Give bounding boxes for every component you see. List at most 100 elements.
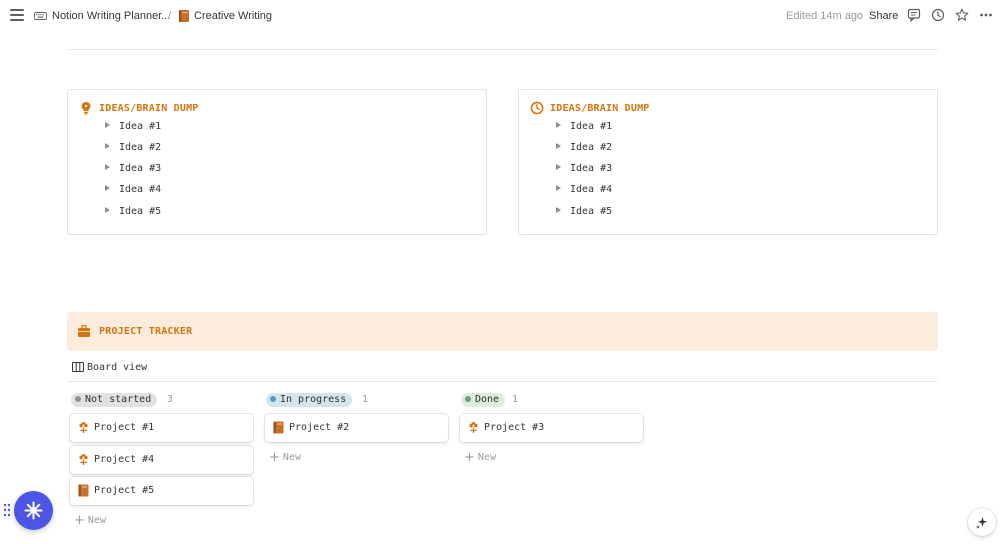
toggle-label: Idea #4 [119,184,162,195]
toggle-item[interactable]: Idea #5 [556,206,612,222]
add-card-button[interactable]: + New [74,513,106,528]
comment-icon[interactable] [907,8,921,22]
book-icon [273,421,284,434]
status-dot [75,396,81,402]
status-dot [270,396,276,402]
add-card-label: New [477,452,496,463]
flower-icon [469,422,478,433]
toggle-triangle-icon[interactable] [556,122,561,128]
project-card[interactable]: Project #3 [460,414,643,442]
toggle-item[interactable]: Idea #3 [556,163,612,179]
clock-icon [530,101,544,115]
project-card-label: Project #5 [94,485,155,496]
add-card-button[interactable]: + New [269,450,301,465]
project-card[interactable]: Project #2 [265,414,448,442]
toggle-label: Idea #3 [570,163,613,174]
add-card-button[interactable]: + New [464,450,496,465]
card-title: IDEAS/BRAIN DUMP [99,103,199,114]
flower-icon [79,454,88,465]
toggle-triangle-icon[interactable] [105,164,110,170]
toggle-label: Idea #5 [570,206,613,217]
toggle-label: Idea #2 [119,142,162,153]
project-card-label: Project #4 [94,454,155,465]
plus-icon: + [464,450,475,465]
toggle-item[interactable]: Idea #3 [105,163,161,179]
toggle-triangle-icon[interactable] [556,164,561,170]
toggle-triangle-icon[interactable] [556,207,561,213]
breadcrumb-separator: / [168,10,172,22]
project-card-label: Project #1 [94,422,155,433]
status-dot [465,396,471,402]
project-card[interactable]: Project #4 [70,446,253,474]
toggle-triangle-icon[interactable] [105,185,110,191]
ideas-card-right: IDEAS/BRAIN DUMP Idea #1 Idea #2 Idea #3… [518,89,938,235]
tracker-title: PROJECT TRACKER [99,326,193,337]
toggle-triangle-icon[interactable] [105,122,110,128]
more-icon[interactable] [979,8,993,22]
status-label: Done [475,394,500,405]
project-card-label: Project #2 [289,422,350,433]
keyboard-icon [34,12,47,21]
status-pill-not-started[interactable]: Not started [71,393,158,407]
toggle-label: Idea #1 [119,121,162,132]
card-title: IDEAS/BRAIN DUMP [550,103,650,114]
sidebar-menu-icon[interactable] [10,9,24,21]
breadcrumb-page-label: Creative Writing [194,10,273,22]
breadcrumb-workspace-label: Notion Writing Planner... [52,10,171,22]
column-count: 1 [362,394,369,405]
add-card-label: New [87,515,106,526]
drag-handle-icon[interactable] [3,503,11,517]
breadcrumb-page[interactable]: Creative Writing [179,9,272,23]
toggle-label: Idea #1 [570,121,613,132]
board-view-tab[interactable]: Board view [72,362,147,378]
breadcrumb-workspace[interactable]: Notion Writing Planner... [34,9,170,23]
page-divider [67,49,938,50]
column-count: 3 [167,394,174,405]
toggle-item[interactable]: Idea #4 [556,184,612,200]
ai-assist-button[interactable] [968,508,996,536]
history-icon[interactable] [931,8,945,22]
plus-icon: + [74,513,85,528]
flower-icon [79,422,88,433]
project-tracker-callout: PROJECT TRACKER [67,312,938,351]
project-card-label: Project #3 [484,422,545,433]
column-count: 1 [512,394,519,405]
status-pill-done[interactable]: Done [461,393,506,407]
toggle-triangle-icon[interactable] [105,207,110,213]
share-button[interactable]: Share [869,9,898,23]
toggle-triangle-icon[interactable] [556,185,561,191]
toggle-item[interactable]: Idea #1 [105,121,161,137]
toggle-item[interactable]: Idea #2 [556,142,612,158]
project-card[interactable]: Project #5 [70,477,253,505]
add-card-label: New [282,452,301,463]
toggle-label: Idea #3 [119,163,162,174]
plus-icon: + [269,450,280,465]
top-bar: Notion Writing Planner... / Creative Wri… [0,0,1005,32]
book-icon [179,10,189,23]
sparkle-icon [976,517,987,529]
toggle-label: Idea #5 [119,206,162,217]
toggle-item[interactable]: Idea #4 [105,184,161,200]
briefcase-icon [78,324,90,337]
sparkle-burst-icon [24,501,43,520]
status-label: In progress [280,394,347,405]
board-view-label: Board view [87,362,148,373]
toggle-item[interactable]: Idea #5 [105,206,161,222]
assistant-fab-button[interactable] [14,491,53,530]
edited-timestamp: Edited 14m ago [786,10,864,22]
toggle-item[interactable]: Idea #2 [105,142,161,158]
toggle-triangle-icon[interactable] [556,143,561,149]
ideas-card-left: IDEAS/BRAIN DUMP Idea #1 Idea #2 Idea #3… [67,89,487,235]
book-icon [78,484,89,497]
toggle-triangle-icon[interactable] [105,143,110,149]
board-divider [67,381,938,382]
toggle-label: Idea #4 [570,184,613,195]
star-icon[interactable] [955,8,969,22]
status-pill-in-progress[interactable]: In progress [266,393,353,407]
lightbulb-icon [81,102,91,115]
board-view-icon [72,362,84,372]
toggle-label: Idea #2 [570,142,613,153]
toggle-item[interactable]: Idea #1 [556,121,612,137]
project-card[interactable]: Project #1 [70,414,253,442]
status-label: Not started [85,394,152,405]
